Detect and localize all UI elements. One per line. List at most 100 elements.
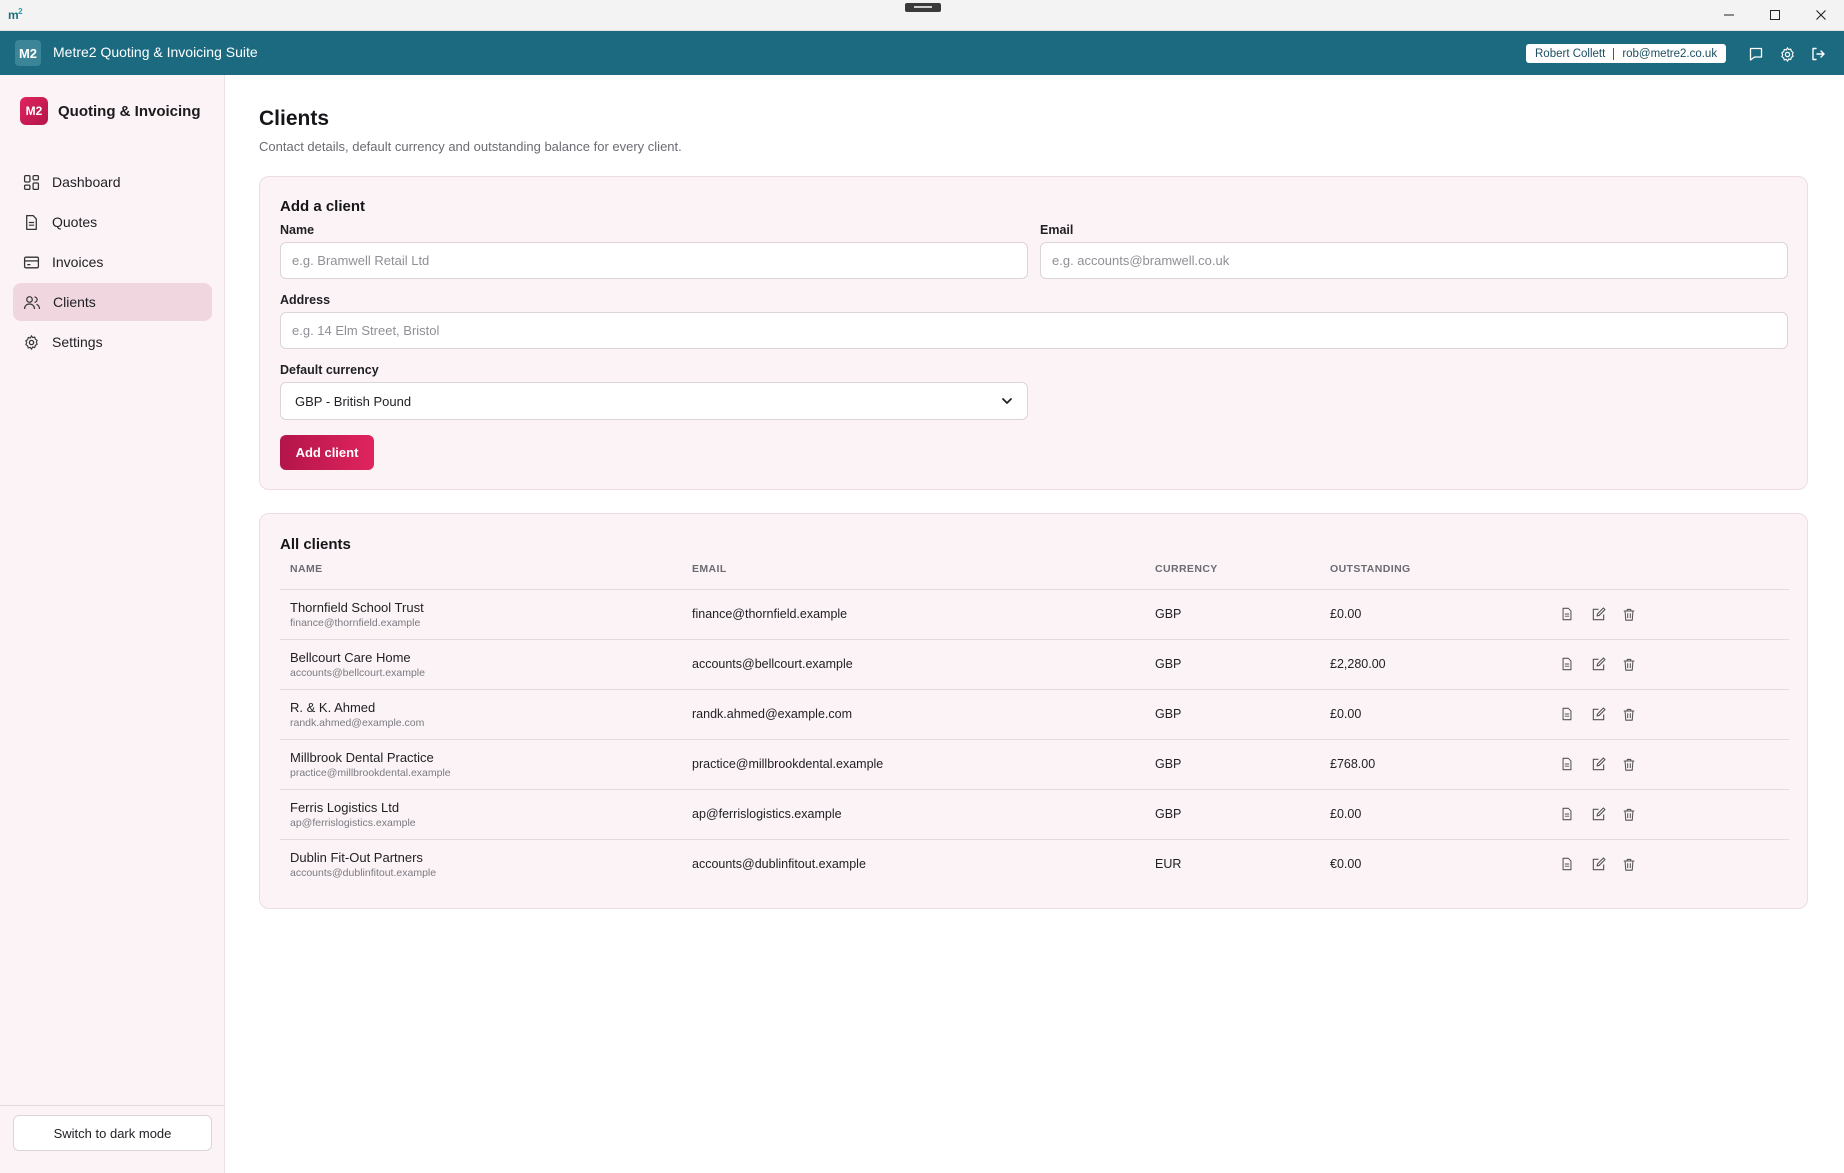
gear-icon bbox=[25, 334, 38, 350]
app-title: Metre2 Quoting & Invoicing Suite bbox=[53, 44, 258, 60]
app-header: M2 Metre2 Quoting & Invoicing Suite Robe… bbox=[0, 31, 1844, 75]
sidebar-item-label: Settings bbox=[52, 334, 103, 350]
client-outstanding: £0.00 bbox=[1330, 689, 1540, 740]
sidebar-item-label: Clients bbox=[53, 294, 96, 310]
table-row: Dublin Fit-Out Partners accounts@dublinfi… bbox=[280, 839, 1789, 889]
edit-icon bbox=[1592, 806, 1606, 820]
address-input[interactable] bbox=[280, 312, 1788, 349]
edit-client-button[interactable] bbox=[1589, 605, 1607, 623]
view-document-icon bbox=[1562, 657, 1572, 671]
sidebar-item-dashboard[interactable]: Dashboard bbox=[13, 163, 212, 201]
sidebar-item-invoices[interactable]: Invoices bbox=[13, 243, 212, 281]
view-client-button[interactable] bbox=[1558, 805, 1576, 823]
table-row: Millbrook Dental Practice practice@millbr… bbox=[280, 739, 1789, 790]
client-email: finance@thornfield.example bbox=[692, 589, 1155, 640]
edit-client-button[interactable] bbox=[1589, 655, 1607, 673]
sidebar: M2 Quoting & Invoicing Dashboard Quotes … bbox=[0, 75, 225, 1173]
feedback-button[interactable] bbox=[1746, 44, 1766, 64]
sidebar-footer: Switch to dark mode bbox=[0, 1105, 224, 1151]
email-input[interactable] bbox=[1040, 242, 1788, 279]
table-row: Bellcourt Care Home accounts@bellcourt.ex… bbox=[280, 639, 1789, 690]
delete-client-button[interactable] bbox=[1620, 655, 1638, 673]
sidebar-item-quotes[interactable]: Quotes bbox=[13, 203, 212, 241]
sidebar-item-label: Invoices bbox=[52, 254, 104, 270]
edit-client-button[interactable] bbox=[1589, 805, 1607, 823]
window-grip-handle[interactable] bbox=[905, 3, 941, 12]
edit-client-button[interactable] bbox=[1589, 705, 1607, 723]
table-row: Ferris Logistics Ltd ap@ferrislogistics.e… bbox=[280, 789, 1789, 840]
client-outstanding: £2,280.00 bbox=[1330, 639, 1540, 690]
header-settings-button[interactable] bbox=[1777, 44, 1797, 64]
logout-button[interactable] bbox=[1808, 44, 1828, 64]
close-window-button[interactable] bbox=[1798, 0, 1844, 30]
client-name: Dublin Fit-Out Partners bbox=[290, 849, 423, 865]
view-document-icon bbox=[1562, 807, 1572, 821]
client-name-subtext: accounts@bellcourt.example bbox=[290, 666, 425, 679]
client-email: accounts@bellcourt.example bbox=[692, 639, 1155, 690]
os-app-logo: m2 bbox=[8, 7, 23, 22]
user-pill[interactable]: Robert Collett rob@metre2.co.uk bbox=[1526, 44, 1727, 63]
view-client-button[interactable] bbox=[1558, 655, 1576, 673]
edit-icon bbox=[1592, 656, 1606, 670]
edit-client-button[interactable] bbox=[1589, 755, 1607, 773]
view-client-button[interactable] bbox=[1558, 755, 1576, 773]
delete-client-button[interactable] bbox=[1620, 855, 1638, 873]
client-outstanding: £768.00 bbox=[1330, 739, 1540, 790]
client-name: Millbrook Dental Practice bbox=[290, 749, 434, 765]
maximize-icon bbox=[1770, 10, 1780, 20]
name-input[interactable] bbox=[280, 242, 1028, 279]
client-outstanding: €0.00 bbox=[1330, 857, 1362, 872]
maximize-button[interactable] bbox=[1752, 0, 1798, 30]
currency-select-value: GBP - British Pound bbox=[295, 393, 412, 409]
view-document-icon bbox=[1562, 707, 1572, 721]
client-name-cell: R. & K. Ahmed randk.ahmed@example.com bbox=[280, 689, 692, 740]
column-header-name: NAME bbox=[280, 561, 692, 590]
clients-table-body: Thornfield School Trust finance@thornfiel… bbox=[280, 589, 1789, 889]
row-actions bbox=[1540, 839, 1789, 889]
client-outstanding: £0.00 bbox=[1330, 589, 1540, 640]
client-email: practice@millbrookdental.example bbox=[692, 739, 1155, 790]
app-badge: M2 bbox=[15, 40, 41, 66]
delete-client-button[interactable] bbox=[1620, 705, 1638, 723]
view-client-button[interactable] bbox=[1558, 605, 1576, 623]
client-currency: EUR bbox=[1155, 857, 1182, 872]
clients-table: NAME EMAIL CURRENCY OUTSTANDING Thornfie… bbox=[280, 561, 1789, 889]
client-email: randk.ahmed@example.com bbox=[692, 689, 1155, 740]
row-actions bbox=[1540, 789, 1789, 840]
os-title-bar: m2 bbox=[0, 0, 1844, 31]
dark-mode-toggle[interactable]: Switch to dark mode bbox=[13, 1115, 212, 1151]
delete-client-button[interactable] bbox=[1620, 755, 1638, 773]
sidebar-item-settings[interactable]: Settings bbox=[13, 323, 212, 361]
brand-logo: M2 bbox=[20, 97, 48, 125]
client-currency: GBP bbox=[1155, 689, 1330, 740]
card-icon bbox=[23, 256, 40, 268]
sidebar-brand: M2 Quoting & Invoicing bbox=[20, 97, 201, 125]
client-name-cell: Millbrook Dental Practice practice@millbr… bbox=[280, 739, 692, 790]
row-actions bbox=[1540, 639, 1789, 690]
client-name: Thornfield School Trust bbox=[290, 599, 424, 615]
table-row: Thornfield School Trust finance@thornfiel… bbox=[280, 589, 1789, 640]
client-name: R. & K. Ahmed bbox=[290, 699, 376, 715]
delete-client-button[interactable] bbox=[1620, 805, 1638, 823]
page-title: Clients bbox=[259, 107, 330, 130]
dashboard-icon bbox=[23, 174, 40, 190]
edit-icon bbox=[1592, 706, 1606, 720]
view-client-button[interactable] bbox=[1558, 855, 1576, 873]
client-name: Ferris Logistics Ltd bbox=[290, 799, 400, 815]
minimize-button[interactable] bbox=[1706, 0, 1752, 30]
column-header-outstanding: OUTSTANDING bbox=[1330, 561, 1540, 590]
delete-client-button[interactable] bbox=[1620, 605, 1638, 623]
trash-icon bbox=[1623, 608, 1635, 621]
edit-client-button[interactable] bbox=[1589, 855, 1607, 873]
add-client-button[interactable]: Add client bbox=[280, 435, 374, 470]
client-email: accounts@dublinfitout.example bbox=[692, 857, 866, 872]
view-client-button[interactable] bbox=[1558, 705, 1576, 723]
currency-select[interactable]: GBP - British Pound bbox=[280, 382, 1028, 420]
column-header-actions bbox=[1540, 561, 1789, 590]
client-currency: GBP bbox=[1155, 589, 1330, 640]
sidebar-item-clients[interactable]: Clients bbox=[13, 283, 212, 321]
document-icon bbox=[26, 214, 37, 230]
brand-name: Quoting & Invoicing bbox=[58, 102, 201, 120]
client-name-cell: Dublin Fit-Out Partners accounts@dublinfi… bbox=[280, 839, 692, 889]
name-label: Name bbox=[280, 223, 315, 237]
